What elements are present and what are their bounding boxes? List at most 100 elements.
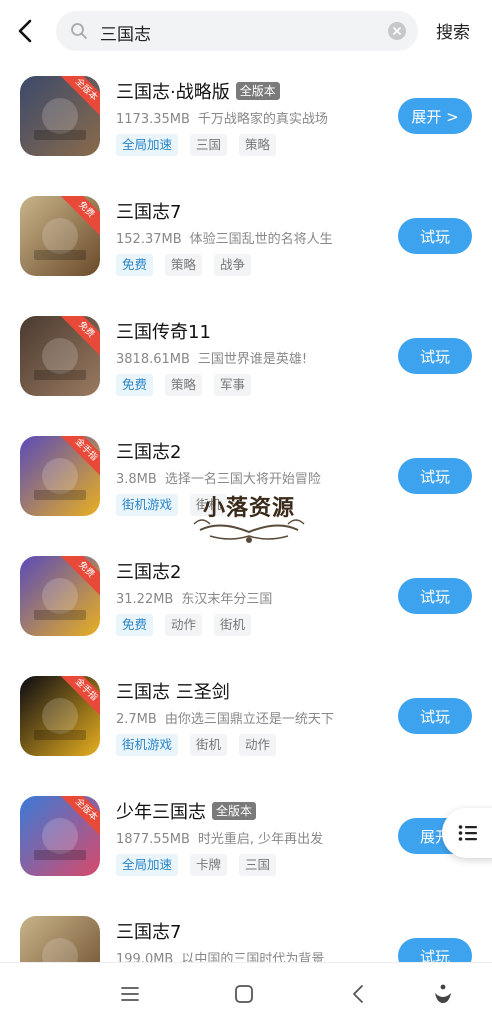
- app-size: 152.37MB: [116, 232, 182, 247]
- floating-menu-button[interactable]: [442, 808, 492, 858]
- try-play-button[interactable]: 试玩: [398, 698, 472, 734]
- tag[interactable]: 免费: [116, 374, 154, 396]
- expand-button[interactable]: 展开 >: [398, 98, 472, 134]
- list-item[interactable]: 三国志7 199.0MB 以中国的三国时代为背景 试玩: [0, 902, 492, 962]
- app-description: 体验三国乱世的名将人生: [189, 232, 333, 247]
- try-play-button[interactable]: 试玩: [398, 338, 472, 374]
- app-icon[interactable]: 免费: [20, 316, 100, 396]
- tag[interactable]: 战争: [214, 254, 252, 276]
- app-meta: 1877.55MB 时光重启, 少年再出发: [116, 828, 323, 847]
- list-item[interactable]: 全版本 三国志·战略版 全版本 1173.35MB 千万战略家的真实战场全局加速 三国 策略…: [0, 62, 492, 182]
- tag[interactable]: 免费: [116, 614, 154, 636]
- app-icon[interactable]: 全版本: [20, 796, 100, 876]
- app-icon[interactable]: 免费: [20, 556, 100, 636]
- watermark-logo: 小落资源: [190, 480, 308, 548]
- app-icon[interactable]: 金手指: [20, 436, 100, 516]
- list-item[interactable]: 免费 三国志2 31.22MB 东汉末年分三国 免费 动作 街机 试玩: [0, 542, 492, 662]
- app-tags: 全局加速 卡牌 三国: [116, 854, 288, 876]
- app-description: 三国世界谁是英雄!: [197, 352, 308, 367]
- app-title-row: 三国传奇11: [116, 318, 211, 344]
- app-description: 以中国的三国时代为背景: [181, 952, 325, 962]
- app-meta: 1173.35MB 千万战略家的真实战场: [116, 108, 328, 127]
- tag[interactable]: 三国: [239, 854, 277, 876]
- app-description: 由你选三国鼎立还是一统天下: [164, 712, 334, 727]
- app-icon[interactable]: [20, 916, 100, 962]
- tag[interactable]: 三国: [190, 134, 228, 156]
- app-meta: 199.0MB 以中国的三国时代为背景: [116, 948, 324, 962]
- clear-icon[interactable]: [388, 22, 406, 40]
- app-tags: 免费 动作 街机: [116, 614, 263, 636]
- tag[interactable]: 军事: [214, 374, 252, 396]
- nav-home-button[interactable]: [231, 981, 257, 1007]
- app-title-row: 三国志·战略版 全版本: [116, 78, 280, 104]
- nav-back-button[interactable]: [345, 981, 371, 1007]
- app-description: 千万战略家的真实战场: [197, 112, 328, 127]
- tag[interactable]: 动作: [239, 734, 277, 756]
- app-icon[interactable]: 金手指: [20, 676, 100, 756]
- app-title-row: 三国志7: [116, 918, 181, 944]
- tag[interactable]: 街机游戏: [116, 494, 179, 516]
- app-meta: 3818.61MB 三国世界谁是英雄!: [116, 348, 307, 367]
- top-bar: 三国志 搜索: [0, 0, 492, 62]
- try-play-button[interactable]: 试玩: [398, 218, 472, 254]
- back-button[interactable]: [10, 14, 40, 48]
- list-item[interactable]: 免费 三国志7 152.37MB 体验三国乱世的名将人生 免费 策略 战争 试玩: [0, 182, 492, 302]
- app-size: 1173.35MB: [116, 112, 190, 127]
- app-tags: 街机游戏 街机 动作: [116, 734, 288, 756]
- app-name: 三国志7: [116, 922, 182, 943]
- try-play-button[interactable]: 试玩: [398, 578, 472, 614]
- list-item[interactable]: 免费 三国传奇11 3818.61MB 三国世界谁是英雄! 免费 策略 军事 试玩: [0, 302, 492, 422]
- search-icon: [71, 23, 87, 39]
- tag[interactable]: 策略: [165, 254, 203, 276]
- watermark-text: 小落资源: [202, 496, 295, 521]
- app-size: 3818.61MB: [116, 352, 190, 367]
- tag[interactable]: 街机: [214, 614, 252, 636]
- app-size: 3.8MB: [116, 472, 157, 487]
- home-icon: [235, 985, 253, 1003]
- app-name: 三国传奇11: [116, 322, 211, 343]
- list-item[interactable]: 全版本 少年三国志 全版本 1877.55MB 时光重启, 少年再出发 全局加速 卡牌 三国展…: [0, 782, 492, 902]
- version-badge: 全版本: [235, 82, 280, 100]
- menu-icon: [121, 987, 139, 1001]
- tag[interactable]: 街机: [190, 734, 228, 756]
- app-description: 时光重启, 少年再出发: [197, 832, 324, 847]
- back-icon: [353, 985, 363, 1003]
- chevron-left-icon: [18, 19, 32, 43]
- app-tags: 免费 策略 战争: [116, 254, 263, 276]
- app-icon[interactable]: 全版本: [20, 76, 100, 156]
- tag[interactable]: 策略: [239, 134, 277, 156]
- app-name: 三国志7: [116, 202, 182, 223]
- app-tags: 免费 策略 军事: [116, 374, 263, 396]
- app-meta: 31.22MB 东汉末年分三国: [116, 588, 272, 607]
- tag[interactable]: 策略: [165, 374, 203, 396]
- version-badge: 全版本: [212, 802, 257, 820]
- app-title-row: 三国志2: [116, 438, 181, 464]
- app-name: 少年三国志: [116, 802, 206, 823]
- app-title-row: 三国志7: [116, 198, 181, 224]
- app-meta: 2.7MB 由你选三国鼎立还是一统天下: [116, 708, 334, 727]
- tag[interactable]: 卡牌: [190, 854, 228, 876]
- app-icon[interactable]: 免费: [20, 196, 100, 276]
- app-meta: 152.37MB 体验三国乱世的名将人生: [116, 228, 333, 247]
- tag[interactable]: 免费: [116, 254, 154, 276]
- try-play-button[interactable]: 试玩: [398, 938, 472, 962]
- list-icon: [458, 825, 477, 841]
- nav-assistant-button[interactable]: [430, 981, 456, 1007]
- app-size: 2.7MB: [116, 712, 157, 727]
- app-description: 东汉末年分三国: [181, 592, 273, 607]
- tag[interactable]: 街机游戏: [116, 734, 179, 756]
- search-input[interactable]: 三国志: [56, 11, 418, 51]
- tag[interactable]: 动作: [165, 614, 203, 636]
- app-size: 1877.55MB: [116, 832, 190, 847]
- assistant-icon: [435, 984, 451, 1003]
- search-button[interactable]: 搜索: [436, 18, 470, 43]
- app-size: 31.22MB: [116, 592, 174, 607]
- try-play-button[interactable]: 试玩: [398, 458, 472, 494]
- app-title-row: 少年三国志 全版本: [116, 798, 257, 824]
- tag[interactable]: 全局加速: [116, 134, 179, 156]
- search-query: 三国志: [100, 25, 151, 45]
- nav-menu-button[interactable]: [117, 981, 143, 1007]
- app-title-row: 三国志2: [116, 558, 181, 584]
- tag[interactable]: 全局加速: [116, 854, 179, 876]
- list-item[interactable]: 金手指 三国志 三圣剑 2.7MB 由你选三国鼎立还是一统天下 街机游戏 街机 动作 试玩: [0, 662, 492, 782]
